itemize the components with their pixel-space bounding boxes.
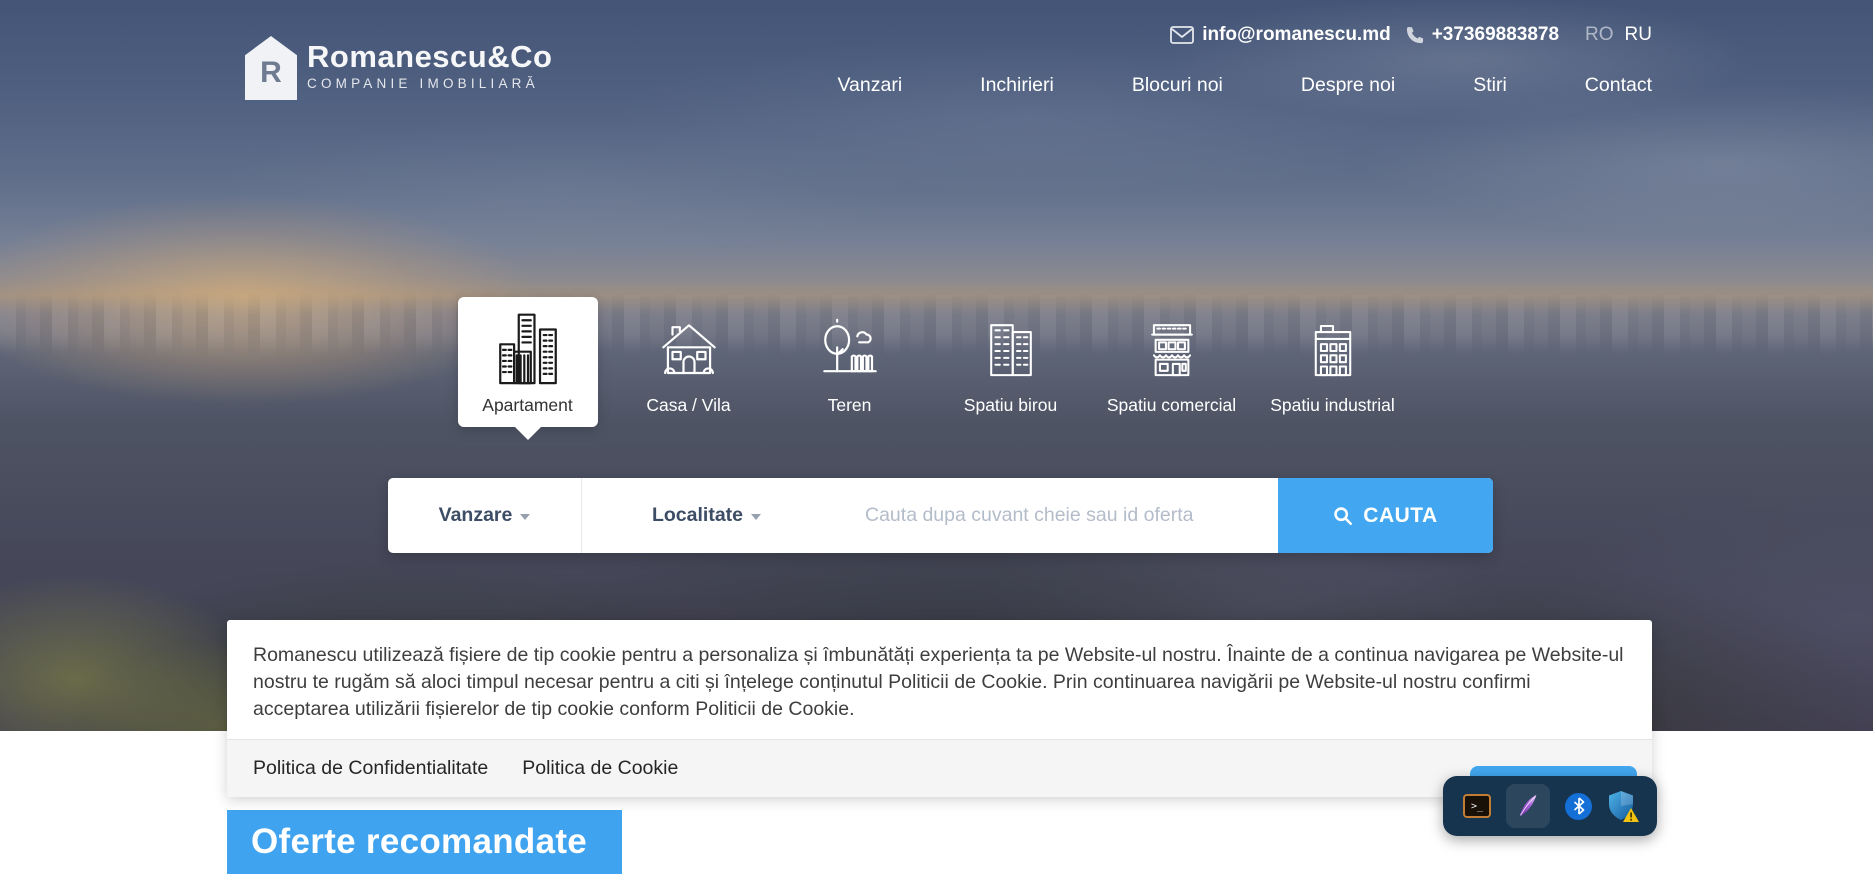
nav-item-blocuri-noi[interactable]: Blocuri noi	[1132, 74, 1223, 97]
search-button[interactable]: CAUTA	[1278, 478, 1493, 553]
brand-logo[interactable]: R Romanescu&Co COMPANIE IMOBILIARĂ	[245, 30, 552, 100]
cookie-policy-link[interactable]: Politica de Cookie	[522, 757, 678, 780]
land-icon	[817, 313, 883, 385]
industrial-building-icon	[1302, 313, 1364, 385]
logo-house-icon: R	[245, 36, 297, 100]
house-icon	[656, 313, 722, 385]
chevron-down-icon	[751, 514, 761, 520]
phone-link[interactable]: +37369883878	[1405, 24, 1559, 46]
nav-item-stiri[interactable]: Stiri	[1473, 74, 1507, 97]
tab-teren[interactable]: Teren	[769, 297, 930, 427]
lang-ru[interactable]: RU	[1625, 24, 1652, 46]
brand-tagline: COMPANIE IMOBILIARĂ	[307, 76, 552, 91]
tab-label: Casa / Vila	[646, 395, 730, 416]
system-tray-dock: >_	[1443, 776, 1657, 836]
tab-spatiu-industrial[interactable]: Spatiu industrial	[1252, 297, 1413, 427]
property-type-tabs: Apartament Casa / Vila	[447, 297, 1413, 427]
apartment-icon	[495, 313, 561, 385]
feather-icon	[1513, 791, 1543, 821]
main-navigation: Vanzari Inchirieri Blocuri noi Despre no…	[837, 74, 1652, 97]
terminal-icon[interactable]: >_	[1463, 794, 1491, 818]
email-link[interactable]: info@romanescu.md	[1170, 24, 1391, 46]
shield-warning-icon[interactable]	[1607, 790, 1637, 822]
tab-casa-vila[interactable]: Casa / Vila	[608, 297, 769, 427]
tab-label: Spatiu industrial	[1270, 395, 1395, 416]
feather-app-tile[interactable]	[1506, 784, 1550, 828]
nav-item-despre-noi[interactable]: Despre noi	[1301, 74, 1395, 97]
search-icon	[1333, 506, 1353, 526]
cookie-text: Romanescu utilizează fișiere de tip cook…	[227, 620, 1652, 739]
lang-ro[interactable]: RO	[1585, 24, 1614, 46]
property-search-bar: Vanzare Localitate CAUTA	[388, 478, 1493, 553]
language-switcher: RO RU	[1585, 24, 1652, 46]
tab-label: Spatiu birou	[964, 395, 1057, 416]
locality-dropdown[interactable]: Localitate	[582, 478, 831, 553]
envelope-icon	[1170, 26, 1194, 44]
tab-label: Teren	[828, 395, 872, 416]
recommended-offers-header: Oferte recomandate	[227, 810, 622, 874]
tab-label: Apartament	[482, 395, 572, 416]
tab-spatiu-birou[interactable]: Spatiu birou	[930, 297, 1091, 427]
tab-label: Spatiu comercial	[1107, 395, 1236, 416]
contact-bar: info@romanescu.md +37369883878 RO RU	[1170, 24, 1652, 46]
keyword-search-input[interactable]	[831, 478, 1278, 553]
cookie-links: Politica de Confidentialitate Politica d…	[227, 739, 1652, 797]
section-title: Oferte recomandate	[227, 810, 622, 862]
nav-item-contact[interactable]: Contact	[1585, 74, 1652, 97]
storefront-icon	[1141, 313, 1203, 385]
privacy-policy-link[interactable]: Politica de Confidentialitate	[253, 757, 488, 780]
nav-item-vanzari[interactable]: Vanzari	[837, 74, 902, 97]
brand-name: Romanescu&Co	[307, 40, 552, 74]
deal-type-dropdown[interactable]: Vanzare	[388, 478, 582, 553]
cookie-consent-banner: Romanescu utilizează fișiere de tip cook…	[227, 620, 1652, 797]
nav-item-inchirieri[interactable]: Inchirieri	[980, 74, 1054, 97]
office-building-icon	[980, 313, 1042, 385]
tab-spatiu-comercial[interactable]: Spatiu comercial	[1091, 297, 1252, 427]
tab-apartament[interactable]: Apartament	[458, 297, 598, 427]
phone-icon	[1405, 26, 1424, 45]
chevron-down-icon	[520, 514, 530, 520]
bluetooth-icon[interactable]	[1565, 793, 1592, 820]
